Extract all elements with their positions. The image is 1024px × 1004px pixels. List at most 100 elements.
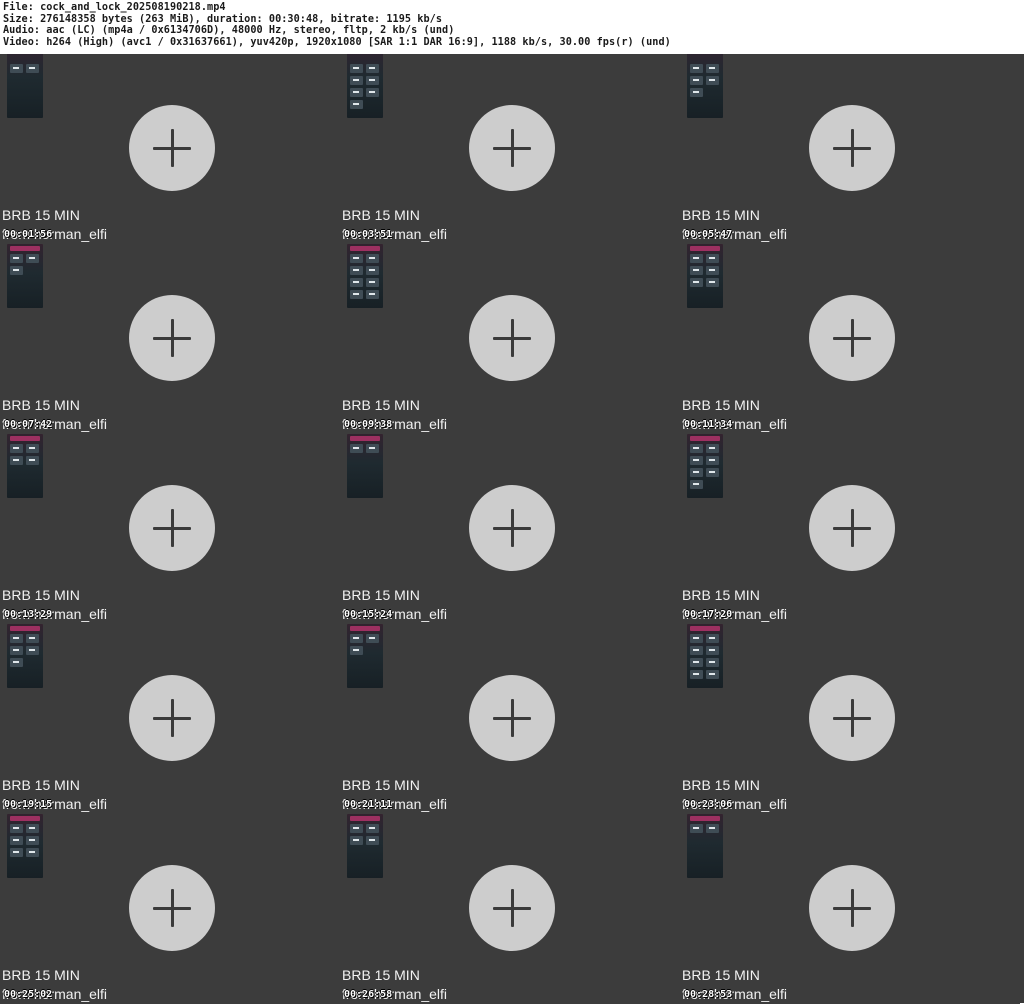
thumbnail-tile: [350, 64, 363, 73]
frame-cell: BRB 15 MIN from herman_elfi 00:23:06: [680, 624, 1020, 814]
thumbnail-tile: [366, 824, 379, 833]
thumbnail-tile: [690, 76, 703, 85]
frame-timestamp: 00:19:15: [4, 799, 53, 810]
file-info-header: File: cock_and_lock_202508190218.mp4 Siz…: [0, 0, 1024, 54]
thumbnail-tile: [690, 88, 703, 97]
stream-phone-thumbnail: [687, 814, 723, 878]
frame-cell: BRB 15 MIN from herman_elfi 00:26:58: [340, 814, 680, 1004]
thumbnail-tile: [10, 848, 23, 857]
thumbnail-tile: [706, 254, 719, 263]
plus-icon: [469, 295, 555, 381]
thumbnail-tile: [26, 848, 39, 857]
frame-timestamp: 00:23:06: [684, 799, 733, 810]
thumbnail-tile: [366, 76, 379, 85]
thumbnail-header-bar: [10, 246, 40, 251]
frame-timestamp: 00:01:56: [4, 229, 53, 240]
frame-timestamp: 00:15:24: [344, 609, 393, 620]
frame-timestamp: 00:11:34: [684, 419, 733, 430]
thumbnail-tile: [26, 836, 39, 845]
thumbnail-tile: [350, 278, 363, 287]
thumbnail-tile: [350, 88, 363, 97]
thumbnail-tile: [366, 634, 379, 643]
brb-title: BRB 15 MIN: [2, 967, 80, 983]
thumbnail-tile: [10, 646, 23, 655]
thumbnail-tile: [690, 444, 703, 453]
thumbnail-tile: [690, 634, 703, 643]
frame-cell: BRB 15 MIN from herman_elfi 00:19:15: [0, 624, 340, 814]
plus-icon: [809, 295, 895, 381]
thumbnail-tile: [366, 444, 379, 453]
stream-phone-thumbnail: [347, 814, 383, 878]
frame-cell: BRB 15 MIN from herman_elfi 00:17:20: [680, 434, 1020, 624]
thumbnail-tile: [10, 836, 23, 845]
frame-cell: BRB 15 MIN from herman_elfi 00:11:34: [680, 244, 1020, 434]
thumbnail-tile: [366, 88, 379, 97]
thumbnail-tile: [706, 278, 719, 287]
thumbnail-tile: [26, 444, 39, 453]
thumbnail-tile: [350, 824, 363, 833]
video-info-line: Video: h264 (High) (avc1 / 0x31637661), …: [3, 36, 671, 48]
brb-title: BRB 15 MIN: [682, 777, 760, 793]
thumbnail-tile: [706, 76, 719, 85]
thumbnail-header-bar: [690, 816, 720, 821]
thumbnail-tile: [350, 290, 363, 299]
thumbnail-tile: [366, 254, 379, 263]
frame-timestamp: 00:09:38: [344, 419, 393, 430]
thumbnail-tile: [706, 468, 719, 477]
thumbnail-header-bar: [10, 436, 40, 441]
brb-title: BRB 15 MIN: [682, 967, 760, 983]
brb-title: BRB 15 MIN: [2, 397, 80, 413]
stream-phone-thumbnail: [7, 244, 43, 308]
thumbnail-header-bar: [690, 246, 720, 251]
file-name-line: File: cock_and_lock_202508190218.mp4: [3, 2, 226, 13]
thumbnail-tile: [690, 254, 703, 263]
brb-title: BRB 15 MIN: [2, 777, 80, 793]
plus-icon: [129, 675, 215, 761]
plus-icon: [469, 485, 555, 571]
thumbnail-tile: [350, 646, 363, 655]
thumbnail-tile: [26, 456, 39, 465]
thumbnail-tile: [10, 456, 23, 465]
thumbnail-tile: [366, 290, 379, 299]
thumbnail-tile: [690, 646, 703, 655]
plus-icon: [469, 105, 555, 191]
stream-phone-thumbnail: [347, 624, 383, 688]
thumbnail-tile: [10, 824, 23, 833]
thumbnail-tile: [350, 634, 363, 643]
plus-icon: [469, 865, 555, 951]
brb-title: BRB 15 MIN: [342, 397, 420, 413]
stream-phone-thumbnail: [7, 814, 43, 878]
thumbnail-tile: [350, 266, 363, 275]
thumbnail-tile: [690, 468, 703, 477]
thumbnail-header-bar: [350, 246, 380, 251]
frame-timestamp: 00:28:53: [684, 989, 733, 1000]
thumbnail-tile: [690, 658, 703, 667]
plus-icon: [809, 865, 895, 951]
frame-cell: BRB 15 MIN from herman_elfi 00:09:38: [340, 244, 680, 434]
frame-timestamp: 00:21:11: [344, 799, 393, 810]
thumbnail-tile: [10, 254, 23, 263]
frame-timestamp: 00:13:29: [4, 609, 53, 620]
stream-phone-thumbnail: [347, 244, 383, 308]
thumbnail-grid: BRB 15 MIN from herman_elfi 00:01:56 BRB 15…: [0, 54, 1024, 1004]
brb-title: BRB 15 MIN: [682, 207, 760, 223]
brb-title: BRB 15 MIN: [2, 587, 80, 603]
plus-icon: [809, 675, 895, 761]
thumbnail-tile: [690, 456, 703, 465]
thumbnail-tile: [26, 634, 39, 643]
thumbnail-header-bar: [10, 816, 40, 821]
thumbnail-tile: [706, 64, 719, 73]
frame-cell: BRB 15 MIN from herman_elfi 00:03:51: [340, 54, 680, 244]
thumbnail-header-bar: [10, 626, 40, 631]
thumbnail-tile: [366, 836, 379, 845]
thumbnail-tile: [690, 824, 703, 833]
brb-title: BRB 15 MIN: [682, 587, 760, 603]
plus-icon: [129, 295, 215, 381]
thumbnail-tile: [26, 64, 39, 73]
thumbnail-tile: [690, 64, 703, 73]
stream-phone-thumbnail: [7, 624, 43, 688]
thumbnail-tile: [706, 266, 719, 275]
file-size-line: Size: 276148358 bytes (263 MiB), duratio…: [3, 13, 443, 25]
thumbnail-tile: [366, 266, 379, 275]
thumbnail-tile: [10, 634, 23, 643]
